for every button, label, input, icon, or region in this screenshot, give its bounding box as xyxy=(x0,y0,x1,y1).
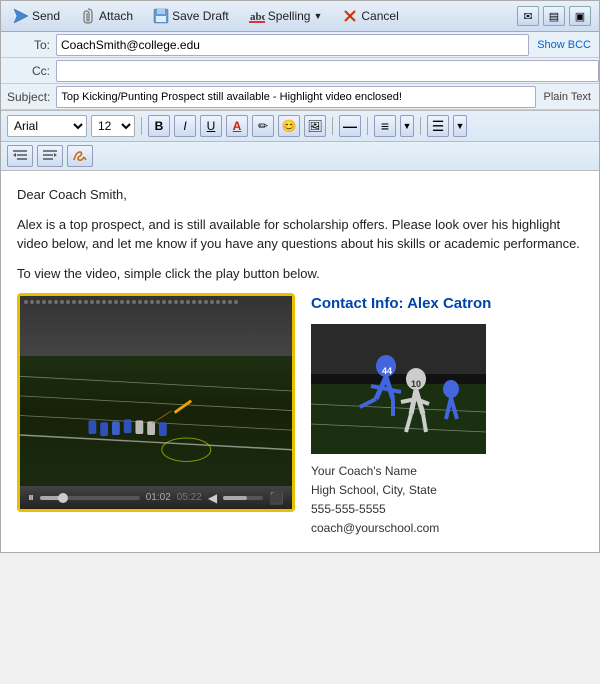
attach-icon xyxy=(80,8,96,24)
spelling-label: Spelling xyxy=(268,9,311,23)
cancel-label: Cancel xyxy=(361,9,398,23)
indent-right-button[interactable] xyxy=(37,145,63,167)
attach-label: Attach xyxy=(99,9,133,23)
volume-fill xyxy=(223,496,247,500)
send-button[interactable]: Send xyxy=(9,6,64,26)
dash-button[interactable]: — xyxy=(339,115,361,137)
content-columns: ⏸ 01:02 05:22 ◀ ⬛ Contact Info: Alex xyxy=(17,293,583,538)
save-icon xyxy=(153,8,169,24)
cc-label: Cc: xyxy=(1,62,56,80)
indent-left-button[interactable] xyxy=(7,145,33,167)
video-player: ⏸ 01:02 05:22 ◀ ⬛ xyxy=(17,293,295,512)
indent-left-icon xyxy=(12,149,28,164)
spelling-dropdown-icon: ▼ xyxy=(313,11,322,21)
toolbar: Send Attach Save Draft abc Spelling ▼ C xyxy=(1,1,599,32)
contact-info: Your Coach's Name High School, City, Sta… xyxy=(311,462,583,539)
italic-button[interactable]: I xyxy=(174,115,196,137)
pause-button[interactable]: ⏸ xyxy=(28,490,34,505)
to-row: To: Show BCC xyxy=(1,32,599,58)
underline-button[interactable]: U xyxy=(200,115,222,137)
total-time: 05:22 xyxy=(177,490,202,505)
font-select[interactable]: Arial xyxy=(7,115,87,137)
font-color-button[interactable]: A xyxy=(226,115,248,137)
save-draft-label: Save Draft xyxy=(172,9,229,23)
current-time: 01:02 xyxy=(146,490,171,505)
plain-text-button[interactable]: Plain Text xyxy=(536,91,600,103)
attach-button[interactable]: Attach xyxy=(76,6,137,26)
to-input[interactable] xyxy=(56,34,529,56)
subject-input[interactable] xyxy=(56,86,535,108)
email-address: coach@yourschool.com xyxy=(311,519,583,538)
save-draft-button[interactable]: Save Draft xyxy=(149,6,233,26)
send-label: Send xyxy=(32,9,60,23)
contact-photo-svg: 44 10 xyxy=(311,324,486,454)
field-lines-svg xyxy=(20,296,292,486)
video-screen[interactable] xyxy=(20,296,292,486)
progress-fill xyxy=(40,496,60,500)
list-button[interactable]: ☰ xyxy=(427,115,449,137)
greeting: Dear Coach Smith, xyxy=(17,185,583,205)
cancel-button[interactable]: Cancel xyxy=(338,6,402,26)
indent-right-icon xyxy=(42,149,58,164)
email-body: Dear Coach Smith, Alex is a top prospect… xyxy=(1,171,599,552)
toolbar-right-btn-1[interactable]: ✉ xyxy=(517,6,539,26)
highlight-button[interactable]: ✏ xyxy=(252,115,274,137)
svg-text:abc: abc xyxy=(250,11,265,23)
format-toolbar: Arial 12 B I U A ✏ 😊 🖼 — ≡ ▼ ☰ ▼ xyxy=(1,111,599,142)
spelling-button[interactable]: abc Spelling ▼ xyxy=(245,6,327,26)
coach-name: Your Coach's Name xyxy=(311,462,583,481)
separator-4 xyxy=(420,117,421,135)
phone-number: 555-555-5555 xyxy=(311,500,583,519)
signature-button[interactable] xyxy=(67,145,93,167)
video-controls: ⏸ 01:02 05:22 ◀ ⬛ xyxy=(20,486,292,509)
emoji2-icon: 🖼 xyxy=(307,119,322,133)
toolbar-right: ✉ ▤ ▣ xyxy=(517,6,591,26)
volume-button[interactable]: ◀ xyxy=(208,491,217,505)
align-button[interactable]: ≡ xyxy=(374,115,396,137)
body-para2: To view the video, simple click the play… xyxy=(17,264,583,284)
body-para1: Alex is a top prospect, and is still ava… xyxy=(17,215,583,254)
show-bcc-button[interactable]: Show BCC xyxy=(529,39,599,51)
cc-input[interactable] xyxy=(56,60,599,82)
contact-title: Contact Info: Alex Catron xyxy=(311,293,583,316)
progress-handle[interactable] xyxy=(58,493,68,503)
spelling-icon: abc xyxy=(249,8,265,24)
separator-2 xyxy=(332,117,333,135)
highlight-icon: ✏ xyxy=(258,119,268,133)
email-client: Send Attach Save Draft abc Spelling ▼ C xyxy=(0,0,600,553)
contact-photo: 44 10 xyxy=(311,324,486,454)
volume-bar[interactable] xyxy=(223,496,263,500)
list-dropdown-button[interactable]: ▼ xyxy=(453,115,467,137)
subject-row: Subject: Plain Text xyxy=(1,84,599,110)
fullscreen-button[interactable]: ⬛ xyxy=(269,491,284,505)
signature-icon xyxy=(72,148,88,165)
svg-text:10: 10 xyxy=(411,379,421,389)
size-select[interactable]: 12 xyxy=(91,115,135,137)
toolbar-right-btn-3[interactable]: ▣ xyxy=(569,6,591,26)
separator-3 xyxy=(367,117,368,135)
format-toolbar-2 xyxy=(1,142,599,171)
cancel-icon xyxy=(342,8,358,24)
align-dropdown-button[interactable]: ▼ xyxy=(400,115,414,137)
cc-row: Cc: xyxy=(1,58,599,84)
header-fields: To: Show BCC Cc: Subject: Plain Text xyxy=(1,32,599,111)
svg-text:44: 44 xyxy=(382,366,392,376)
send-icon xyxy=(13,8,29,24)
bold-button[interactable]: B xyxy=(148,115,170,137)
emoji1-icon: 😊 xyxy=(282,119,297,133)
school-name: High School, City, State xyxy=(311,481,583,500)
emoji1-button[interactable]: 😊 xyxy=(278,115,300,137)
contact-section: Contact Info: Alex Catron xyxy=(311,293,583,538)
toolbar-right-btn-2[interactable]: ▤ xyxy=(543,6,565,26)
progress-bar[interactable] xyxy=(40,496,140,500)
to-label: To: xyxy=(1,36,56,54)
subject-label: Subject: xyxy=(1,88,56,106)
emoji2-button[interactable]: 🖼 xyxy=(304,115,326,137)
separator-1 xyxy=(141,117,142,135)
